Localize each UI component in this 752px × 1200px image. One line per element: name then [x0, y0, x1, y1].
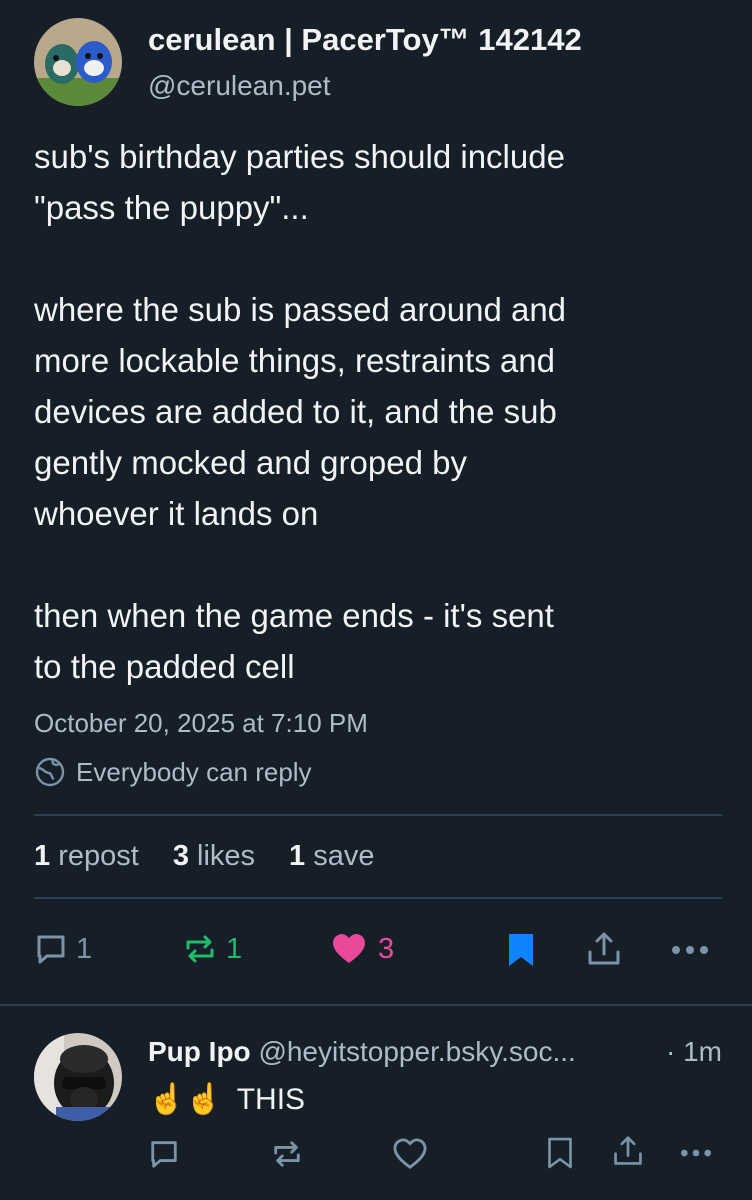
post-line: gently mocked and groped by — [34, 444, 467, 481]
reply-display-name[interactable]: Pup Ipo — [148, 1036, 251, 1067]
bookmark-icon[interactable] — [546, 1136, 574, 1170]
post-line: sub's birthday parties should include — [34, 138, 565, 175]
reply-header: Pup Ipo @heyitstopper.bsky.soc... — [148, 1036, 576, 1068]
author-display-name[interactable]: cerulean | PacerToy™ 142142 — [148, 22, 582, 58]
post-line: "pass the puppy"... — [34, 189, 309, 226]
repost-icon — [182, 932, 218, 966]
likes-stat[interactable]: 3 likes — [173, 840, 255, 873]
likes-label: likes — [197, 840, 256, 872]
like-count: 3 — [378, 932, 395, 965]
reply-time: · 1m — [666, 1036, 722, 1067]
divider — [0, 1004, 752, 1006]
divider — [34, 814, 722, 816]
saves-count: 1 — [289, 840, 306, 872]
repost-icon[interactable] — [270, 1138, 304, 1170]
share-icon[interactable] — [586, 930, 622, 968]
heart-icon — [330, 932, 368, 966]
like-button[interactable]: 3 — [330, 932, 394, 966]
post-timestamp: October 20, 2025 at 7:10 PM — [34, 708, 368, 738]
post-stats: 1 repost 3 likes 1 save — [34, 840, 375, 873]
reply-icon — [34, 932, 68, 966]
reply-setting-label: Everybody can reply — [76, 756, 312, 787]
post-text: sub's birthday parties should include "p… — [34, 131, 734, 692]
post-line: where the sub is passed around and — [34, 291, 567, 328]
heart-icon[interactable] — [392, 1138, 428, 1170]
more-icon[interactable] — [678, 1148, 714, 1158]
reply-avatar[interactable] — [34, 1033, 122, 1121]
post-line — [34, 539, 734, 590]
reply-button[interactable]: 1 — [34, 932, 92, 966]
author-handle[interactable]: @cerulean.pet — [148, 70, 331, 102]
post-line: whoever it lands on — [34, 495, 319, 532]
post-line — [34, 233, 734, 284]
saves-stat[interactable]: 1 save — [289, 840, 374, 873]
share-icon[interactable] — [612, 1134, 644, 1168]
post-line: to the padded cell — [34, 648, 295, 685]
saves-label: save — [313, 840, 375, 872]
reply-text: ☝☝ THIS — [148, 1082, 305, 1117]
reply-handle[interactable]: @heyitstopper.bsky.soc... — [258, 1036, 575, 1067]
bookmark-icon[interactable] — [505, 932, 537, 968]
post-line: then when the game ends - it's sent — [34, 597, 554, 634]
post-line: devices are added to it, and the sub — [34, 393, 557, 430]
divider — [34, 897, 722, 899]
reposts-stat[interactable]: 1 repost — [34, 840, 139, 873]
likes-count: 3 — [172, 840, 189, 872]
reposts-count: 1 — [34, 840, 51, 872]
globe-icon — [34, 756, 66, 788]
more-icon[interactable] — [670, 944, 710, 956]
repost-button[interactable]: 1 — [182, 932, 242, 966]
reply-icon[interactable] — [148, 1138, 180, 1170]
post-line: more lockable things, restraints and — [34, 342, 555, 379]
repost-count: 1 — [226, 932, 243, 965]
author-avatar[interactable] — [34, 18, 122, 106]
reply-body: THIS — [236, 1082, 306, 1116]
reply-setting: Everybody can reply — [34, 756, 312, 788]
pointing-up-emoji: ☝☝ — [148, 1083, 223, 1116]
reply-count: 1 — [76, 932, 93, 965]
reposts-label: repost — [58, 840, 139, 872]
